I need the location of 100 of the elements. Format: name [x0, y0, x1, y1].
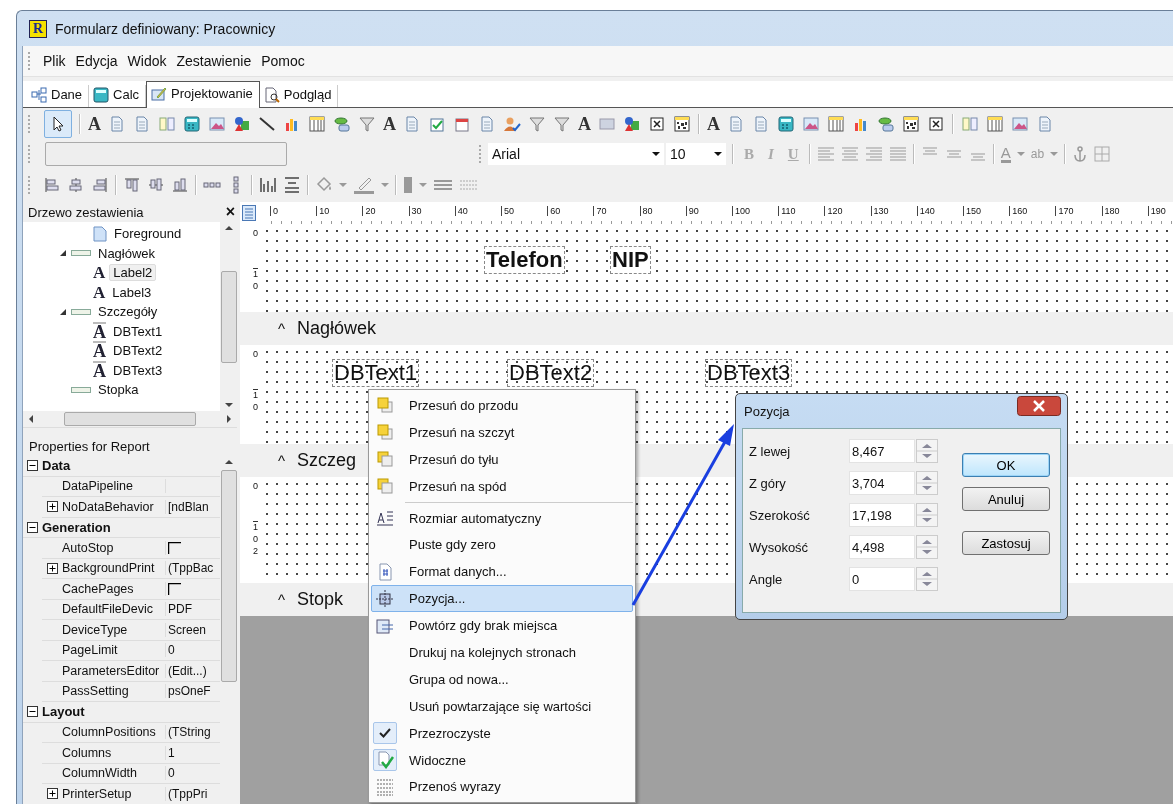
data-field[interactable]: DBText1 [332, 359, 420, 387]
collapse-icon[interactable] [27, 460, 38, 472]
close-button[interactable] [1017, 396, 1061, 416]
line-weight-icon[interactable] [403, 176, 413, 194]
menu-item[interactable]: Puste gdy zero [371, 531, 633, 559]
text-tool-icon[interactable]: A [383, 115, 396, 133]
calculator-icon[interactable] [183, 115, 201, 133]
collapse-icon[interactable] [27, 706, 38, 718]
alignment-icon[interactable] [259, 176, 277, 194]
menu-item[interactable]: Usuń powtarzające się wartości [371, 692, 633, 720]
funnel-icon[interactable] [528, 115, 546, 133]
property-value[interactable]: (Edit...) [168, 663, 207, 678]
person-icon[interactable] [503, 115, 521, 133]
menu-item[interactable]: Format danych... [371, 558, 633, 586]
document-icon[interactable] [108, 115, 126, 133]
database-icon[interactable] [877, 115, 895, 133]
collapse-triangle-icon[interactable] [59, 249, 67, 258]
funnel-icon[interactable] [553, 115, 571, 133]
property-value[interactable]: (TppBac [168, 561, 214, 576]
collapse-caret[interactable]: ^ [278, 452, 286, 469]
picture-icon[interactable] [802, 115, 820, 133]
expand-icon[interactable] [46, 562, 58, 574]
tree-item[interactable]: DBText1 [110, 323, 166, 339]
horizontal-scrollbar[interactable] [23, 411, 237, 427]
expand-icon[interactable] [46, 788, 58, 800]
tree-item[interactable]: Label2 [109, 264, 157, 282]
expand-icon[interactable] [46, 501, 58, 513]
document-icon[interactable] [1036, 115, 1054, 133]
calculator-icon[interactable] [777, 115, 795, 133]
menu-item[interactable]: Widoczne [371, 746, 633, 774]
shapes-icon[interactable] [623, 115, 641, 133]
menu-item[interactable]: Drukuj na kolejnych stronach [371, 639, 633, 666]
spinner-icon[interactable] [916, 535, 938, 559]
document-icon[interactable] [478, 115, 496, 133]
number-field[interactable]: 0 [849, 567, 915, 591]
tree-item[interactable]: Nagłówek [95, 245, 159, 261]
calendar-icon[interactable] [453, 115, 471, 133]
database-icon[interactable] [333, 115, 351, 133]
font-family-dropdown[interactable]: Arial [488, 143, 664, 165]
property-value[interactable]: (TString [168, 725, 211, 740]
number-field[interactable]: 17,198 [849, 503, 915, 527]
dropdown-caret-icon[interactable] [419, 183, 427, 187]
text-tool-icon[interactable]: A [578, 115, 591, 133]
menu-item[interactable]: Przezroczyste [371, 719, 633, 747]
property-value[interactable]: Screen [168, 622, 207, 637]
dialog-button[interactable]: OK [962, 453, 1050, 477]
alignment-icon[interactable] [283, 176, 301, 194]
text-tool-icon[interactable]: A [707, 115, 720, 133]
scroll-up-arrow-icon[interactable] [224, 226, 233, 230]
picture-icon[interactable] [1011, 115, 1029, 133]
crossed-box-icon[interactable] [648, 115, 666, 133]
menu-item[interactable]: Przenoś wyrazy [371, 773, 633, 801]
collapse-triangle-icon[interactable] [59, 307, 67, 316]
object-name-field[interactable] [45, 142, 287, 166]
property-value[interactable]: 1 [168, 745, 175, 760]
number-field[interactable]: 4,498 [849, 535, 915, 559]
menu-item[interactable]: Grupa od nowa... [371, 665, 633, 693]
property-value[interactable]: 0 [168, 766, 175, 781]
dialog-button[interactable]: Zastosuj [962, 531, 1050, 555]
tab[interactable]: Podgląd [259, 85, 339, 107]
menu-item[interactable]: Plik [39, 53, 70, 69]
spinner-icon[interactable] [916, 567, 938, 591]
alignment-icon[interactable] [67, 176, 85, 194]
scroll-down-arrow-icon[interactable] [224, 403, 233, 407]
data-field[interactable]: DBText3 [705, 359, 793, 387]
report-label[interactable]: Telefon [484, 246, 565, 274]
menu-item[interactable]: Pomoc [257, 53, 309, 69]
picture-icon[interactable] [208, 115, 226, 133]
scroll-up-arrow-icon[interactable] [224, 460, 233, 464]
property-value[interactable]: [ndBlan [168, 499, 209, 514]
text-tool-icon[interactable]: A [88, 115, 101, 133]
font-size-dropdown[interactable]: 10 [666, 143, 726, 165]
alignment-icon[interactable] [91, 176, 109, 194]
collapse-icon[interactable] [27, 521, 38, 533]
line-icon[interactable] [258, 115, 276, 133]
alignment-icon[interactable] [171, 176, 189, 194]
report-icon[interactable] [242, 205, 256, 221]
spinner-icon[interactable] [916, 471, 938, 495]
document-icon[interactable] [727, 115, 745, 133]
tree-item[interactable]: DBText2 [110, 343, 166, 359]
document-icon[interactable] [133, 115, 151, 133]
menu-item[interactable]: Rozmiar automatyczny [371, 504, 633, 532]
scroll-left-arrow-icon[interactable] [29, 415, 33, 423]
alignment-icon[interactable] [147, 176, 165, 194]
property-value[interactable]: psOneF [168, 684, 211, 699]
line-style-icon[interactable] [433, 178, 453, 192]
tree-item[interactable]: DBText3 [110, 362, 166, 378]
property-value[interactable]: 0 [168, 643, 175, 658]
tree-item[interactable]: Stopka [95, 382, 142, 398]
dropdown-caret-icon[interactable] [1050, 152, 1059, 156]
table-icon[interactable] [827, 115, 845, 133]
dropdown-caret-icon[interactable] [1016, 152, 1025, 156]
pointer-tool-button[interactable] [44, 110, 72, 138]
table-icon[interactable] [986, 115, 1004, 133]
property-value[interactable]: PDF [168, 602, 192, 617]
tab[interactable]: Calc [89, 85, 147, 107]
alignment-icon[interactable] [123, 176, 141, 194]
property-value[interactable]: (TppPri [168, 786, 208, 801]
crossed-box-icon[interactable] [927, 115, 945, 133]
number-field[interactable]: 8,467 [849, 439, 915, 463]
